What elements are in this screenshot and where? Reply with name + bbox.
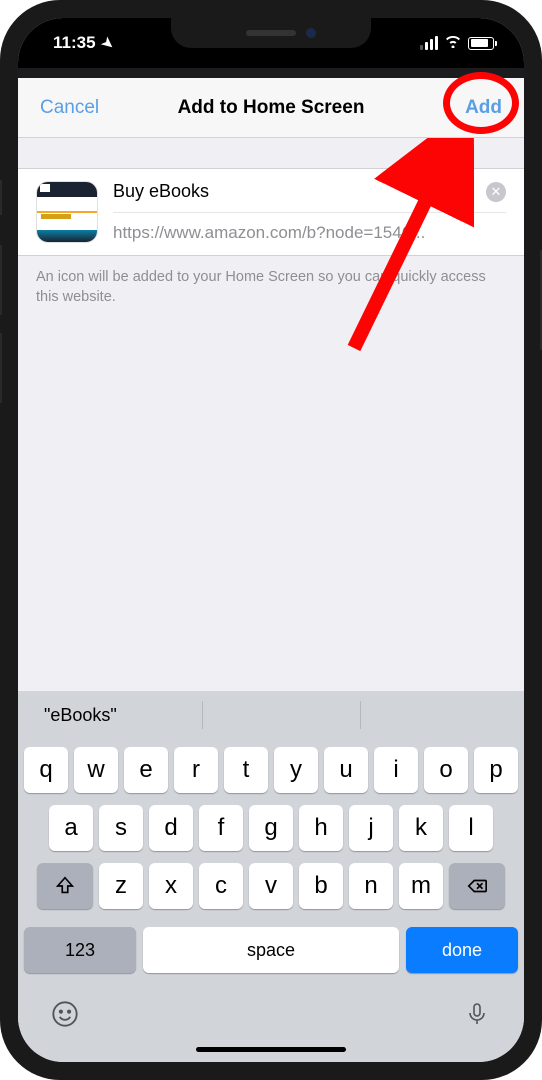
battery-icon <box>468 37 494 50</box>
key-a[interactable]: a <box>49 805 93 851</box>
keyboard: "eBooks" q w e r t y u i o p a <box>18 691 524 1062</box>
sheet-header: Cancel Add to Home Screen Add <box>18 78 524 138</box>
keyboard-footer <box>18 983 524 1039</box>
key-t[interactable]: t <box>224 747 268 793</box>
key-z[interactable]: z <box>99 863 143 909</box>
sheet-title: Add to Home Screen <box>178 97 365 119</box>
key-k[interactable]: k <box>399 805 443 851</box>
location-icon: ➤ <box>97 33 117 54</box>
key-n[interactable]: n <box>349 863 393 909</box>
shift-key[interactable] <box>37 863 93 909</box>
numbers-key[interactable]: 123 <box>24 927 136 973</box>
status-time: 11:35 <box>53 33 96 53</box>
key-u[interactable]: u <box>324 747 368 793</box>
key-row-2: a s d f g h j k l <box>24 805 518 851</box>
clear-icon[interactable]: ✕ <box>486 182 506 202</box>
microphone-icon[interactable] <box>462 999 492 1029</box>
notch <box>171 18 371 48</box>
key-q[interactable]: q <box>24 747 68 793</box>
key-l[interactable]: l <box>449 805 493 851</box>
key-row-bottom: 123 space done <box>18 927 524 983</box>
phone-frame: 11:35 ➤ Cancel Add to Home Screen Add <box>0 0 542 1080</box>
key-p[interactable]: p <box>474 747 518 793</box>
key-row-3: z x c v b n m <box>24 863 518 909</box>
space-key[interactable]: space <box>143 927 399 973</box>
home-indicator[interactable] <box>196 1047 346 1052</box>
screen: 11:35 ➤ Cancel Add to Home Screen Add <box>18 18 524 1062</box>
helper-text: An icon will be added to your Home Scree… <box>18 256 524 319</box>
key-h[interactable]: h <box>299 805 343 851</box>
signal-icon <box>420 36 438 50</box>
key-x[interactable]: x <box>149 863 193 909</box>
key-row-1: q w e r t y u i o p <box>24 747 518 793</box>
bookmark-url: https://www.amazon.com/b?node=1546... <box>113 213 506 243</box>
background-strip <box>18 68 524 78</box>
key-e[interactable]: e <box>124 747 168 793</box>
emoji-icon[interactable] <box>50 999 80 1029</box>
key-o[interactable]: o <box>424 747 468 793</box>
bookmark-name-input[interactable]: Buy eBooks <box>113 181 486 202</box>
site-icon <box>36 181 98 243</box>
key-d[interactable]: d <box>149 805 193 851</box>
key-b[interactable]: b <box>299 863 343 909</box>
key-r[interactable]: r <box>174 747 218 793</box>
done-key[interactable]: done <box>406 927 518 973</box>
key-s[interactable]: s <box>99 805 143 851</box>
suggestion-2[interactable] <box>203 691 362 739</box>
bookmark-form: Buy eBooks ✕ https://www.amazon.com/b?no… <box>18 168 524 256</box>
key-y[interactable]: y <box>274 747 318 793</box>
wifi-icon <box>444 33 462 53</box>
key-j[interactable]: j <box>349 805 393 851</box>
key-w[interactable]: w <box>74 747 118 793</box>
key-c[interactable]: c <box>199 863 243 909</box>
left-side-buttons <box>0 180 2 421</box>
suggestion-bar: "eBooks" <box>18 691 524 739</box>
suggestion-3[interactable] <box>361 691 520 739</box>
key-i[interactable]: i <box>374 747 418 793</box>
backspace-key[interactable] <box>449 863 505 909</box>
key-f[interactable]: f <box>199 805 243 851</box>
cancel-button[interactable]: Cancel <box>40 97 99 119</box>
key-v[interactable]: v <box>249 863 293 909</box>
key-g[interactable]: g <box>249 805 293 851</box>
add-button[interactable]: Add <box>465 97 502 119</box>
suggestion-1[interactable]: "eBooks" <box>22 691 203 739</box>
key-m[interactable]: m <box>399 863 443 909</box>
